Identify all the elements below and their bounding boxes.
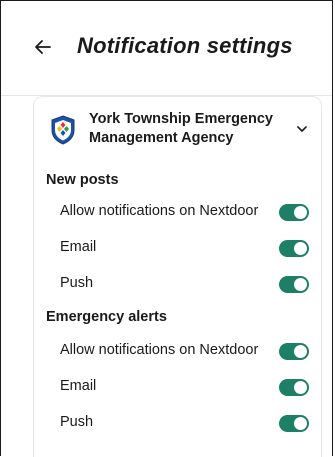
toggle-knob xyxy=(294,345,307,358)
setting-label: Email xyxy=(60,239,97,255)
toggle-knob xyxy=(294,242,307,255)
chevron-down-icon[interactable] xyxy=(296,125,308,133)
toggle-knob xyxy=(294,206,307,219)
setting-label: Allow notifications on Nextdoor xyxy=(60,203,259,219)
header: Notification settings xyxy=(1,1,332,96)
agency-card: York Township Emergency Management Agenc… xyxy=(33,96,322,457)
screen-frame: Notification settings York Township Emer… xyxy=(0,0,333,457)
push-toggle[interactable] xyxy=(279,276,309,293)
agency-name: York Township Emergency Management Agenc… xyxy=(89,111,273,146)
email-toggle[interactable] xyxy=(279,379,309,396)
section-title-emergency-alerts: Emergency alerts xyxy=(46,309,167,325)
setting-row: Push xyxy=(34,406,321,440)
toggle-knob xyxy=(294,417,307,430)
section-title-new-posts: New posts xyxy=(46,172,119,188)
toggle-knob xyxy=(294,278,307,291)
setting-label: Email xyxy=(60,378,97,394)
setting-label: Push xyxy=(60,275,94,291)
setting-row: Allow notifications on Nextdoor xyxy=(34,195,321,229)
setting-row: Allow notifications on Nextdoor xyxy=(34,334,321,368)
setting-row: Email xyxy=(34,231,321,265)
agency-header[interactable]: York Township Emergency Management Agenc… xyxy=(34,97,321,161)
setting-label: Allow notifications on Nextdoor xyxy=(60,342,259,358)
notifications-toggle[interactable] xyxy=(279,204,309,221)
push-toggle[interactable] xyxy=(279,415,309,432)
setting-row: Email xyxy=(34,370,321,404)
notifications-toggle[interactable] xyxy=(279,343,309,360)
arrow-left-icon[interactable] xyxy=(33,37,53,57)
email-toggle[interactable] xyxy=(279,240,309,257)
page-title: Notification settings xyxy=(77,33,293,58)
emergency-management-logo xyxy=(51,115,75,145)
toggle-knob xyxy=(294,381,307,394)
setting-label: Push xyxy=(60,414,94,430)
setting-row: Push xyxy=(34,267,321,301)
